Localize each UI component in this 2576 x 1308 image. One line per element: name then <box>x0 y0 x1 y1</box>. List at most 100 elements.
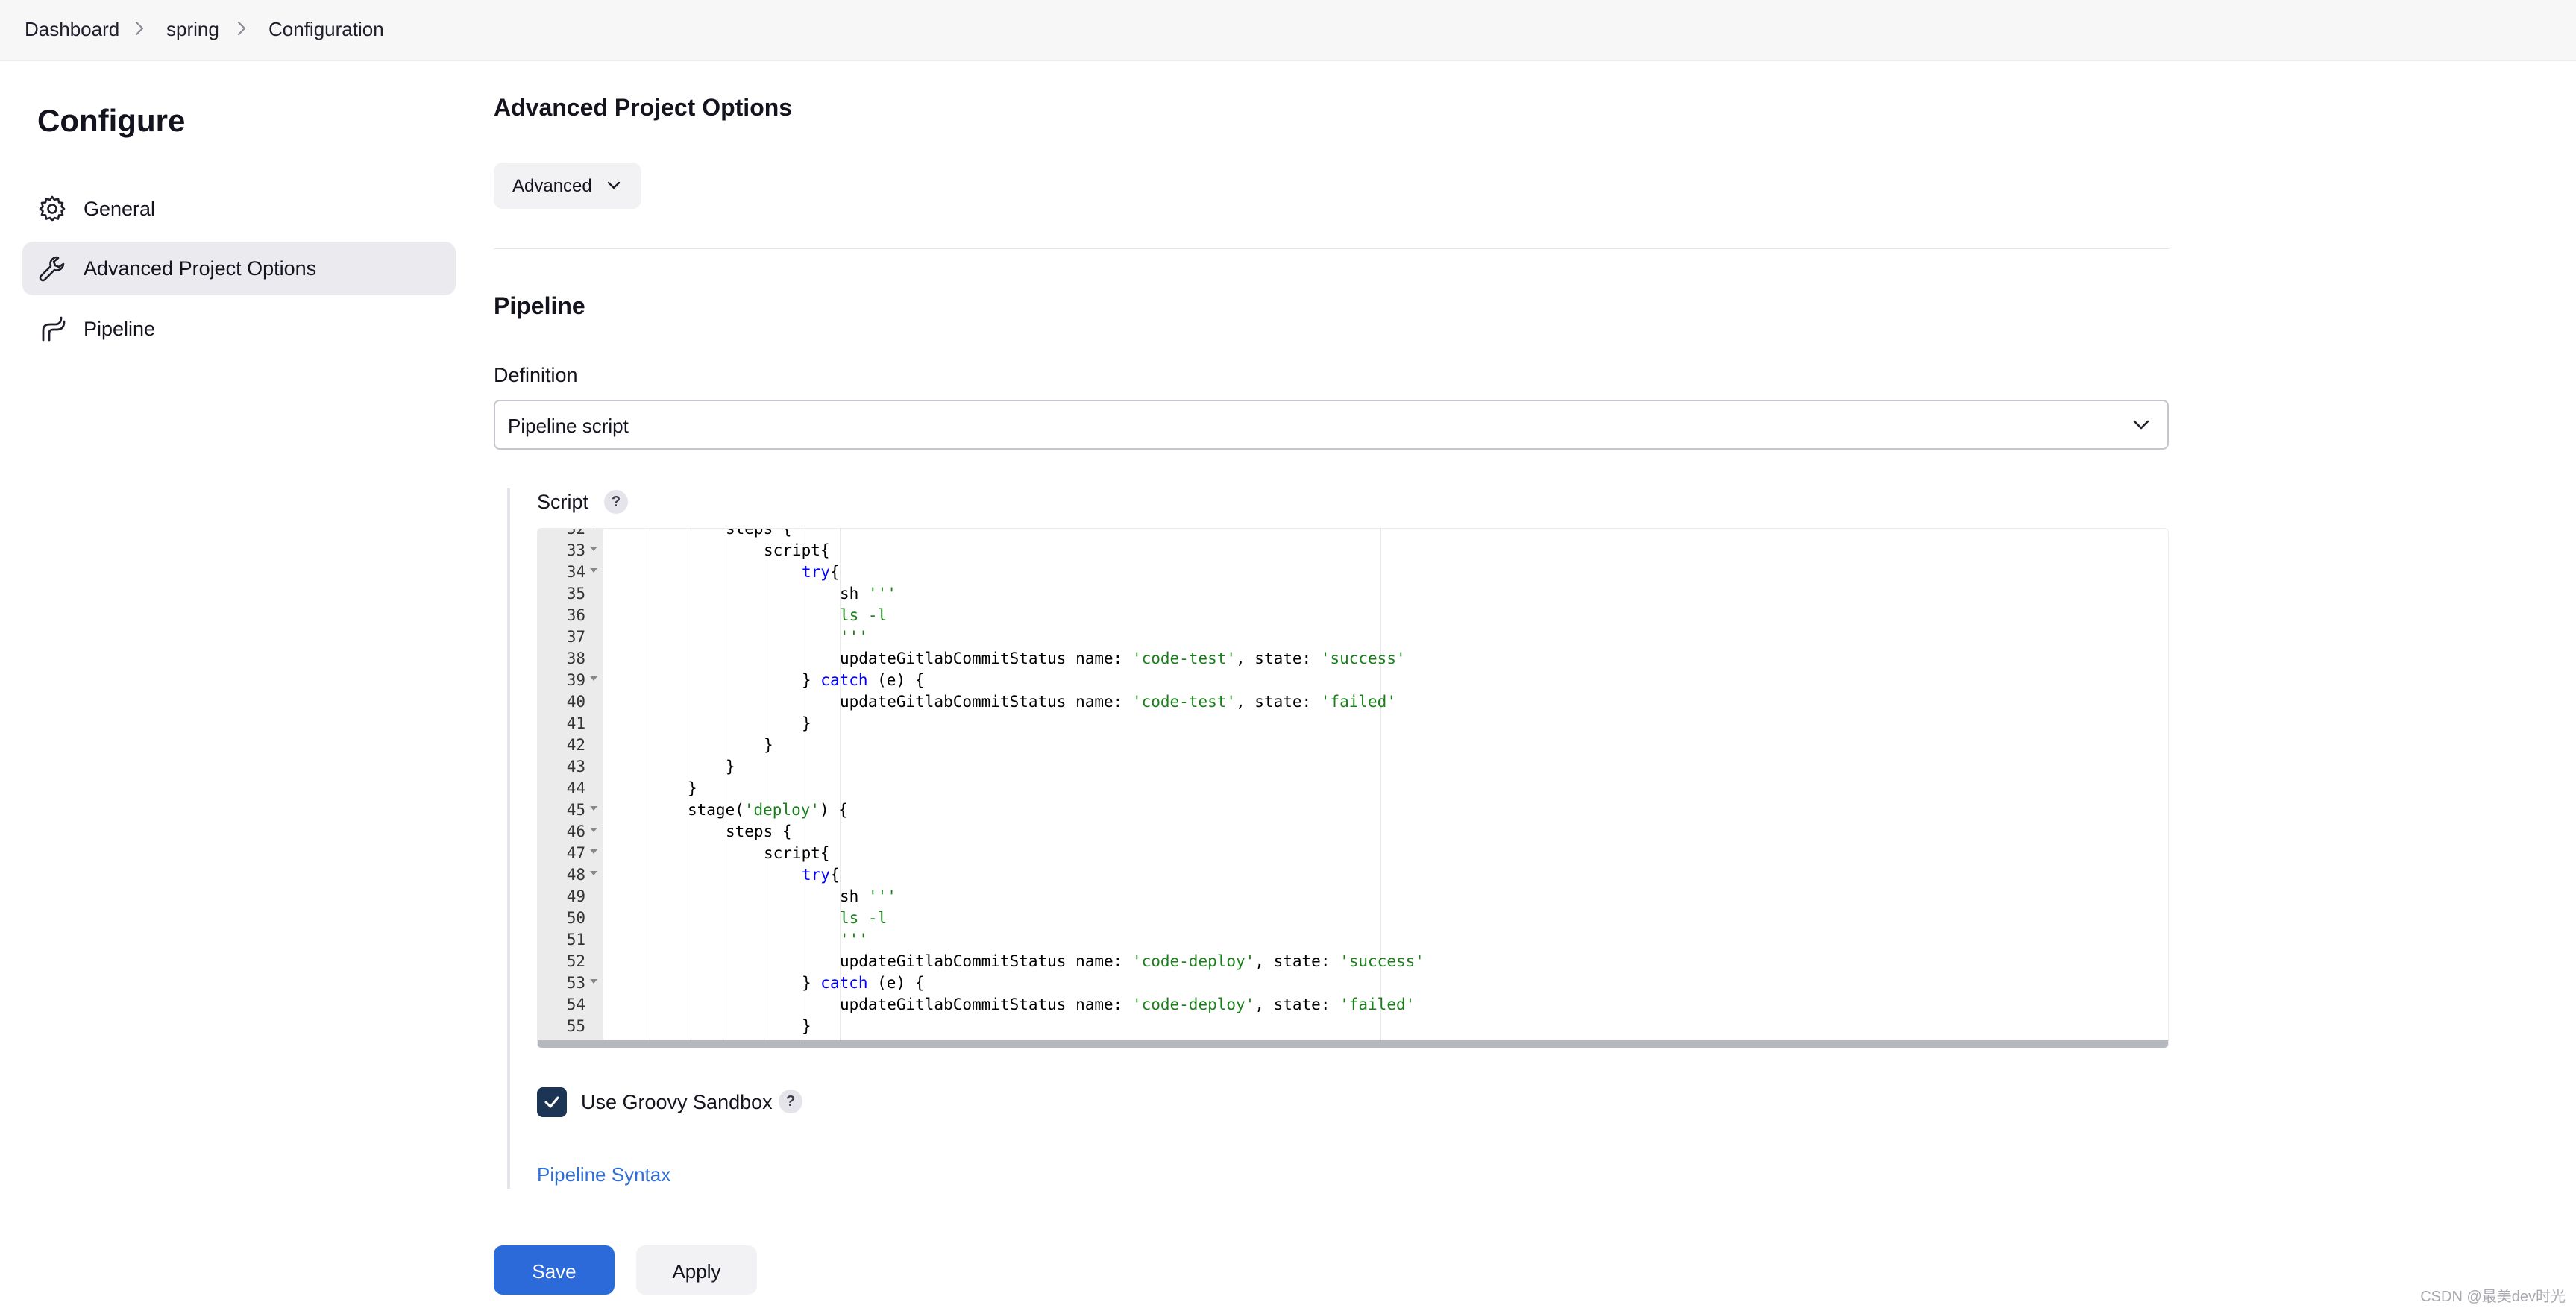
pipeline-heading: Pipeline <box>494 292 585 319</box>
line-number: 50 <box>566 909 585 927</box>
code-text: ''' <box>840 626 868 648</box>
code-text: ''' <box>840 929 868 951</box>
code-text: } <box>802 1016 811 1037</box>
sidebar-item-label: Advanced Project Options <box>84 257 317 280</box>
code-text: } <box>688 778 697 799</box>
sidebar-title: Configure <box>37 103 186 138</box>
save-button-label: Save <box>532 1260 577 1283</box>
pipeline-syntax-link[interactable]: Pipeline Syntax <box>537 1163 670 1186</box>
code-line: 34 try{ <box>538 562 2168 583</box>
sidebar-item-label: Pipeline <box>84 318 156 340</box>
code-line: 52 updateGitlabCommitStatus name: 'code-d… <box>538 951 2168 972</box>
code-line: 38 updateGitlabCommitStatus name: 'code-t… <box>538 648 2168 670</box>
code-line: 45 stage('deploy') { <box>538 799 2168 821</box>
definition-select[interactable]: Pipeline script <box>494 400 2169 450</box>
fold-arrow-icon[interactable] <box>590 871 597 875</box>
code-line: 51 ''' <box>538 929 2168 951</box>
line-number: 52 <box>566 952 585 970</box>
apply-button-label: Apply <box>672 1260 721 1283</box>
apply-button[interactable]: Apply <box>636 1245 757 1295</box>
fold-arrow-icon[interactable] <box>590 676 597 681</box>
breadcrumb-configuration[interactable]: Configuration <box>268 18 384 41</box>
code-token: } <box>802 974 821 992</box>
line-number: 32 <box>566 528 585 538</box>
script-help-icon[interactable]: ? <box>604 490 628 514</box>
script-editor[interactable]: 32 steps {33 script{34 try{35 sh ''' 36 ls -l 3… <box>537 528 2169 1048</box>
breadcrumb-dashboard[interactable]: Dashboard <box>25 18 119 41</box>
line-number: 48 <box>566 866 585 884</box>
code-line: 46 steps { <box>538 821 2168 843</box>
advanced-dropdown-button[interactable]: Advanced <box>494 163 641 209</box>
line-number: 46 <box>566 823 585 840</box>
code-text: script{ <box>764 540 830 562</box>
line-number: 34 <box>566 563 585 581</box>
save-button[interactable]: Save <box>494 1245 615 1295</box>
line-number: 33 <box>566 541 585 559</box>
code-line: 43} <box>538 756 2168 778</box>
code-token: steps { <box>726 528 792 538</box>
code-line: 41} <box>538 713 2168 735</box>
code-line: 35 sh ''' <box>538 583 2168 605</box>
code-string: 'failed' <box>1320 693 1396 711</box>
groovy-sandbox-label[interactable]: Use Groovy Sandbox <box>581 1091 773 1114</box>
code-text: ls -l <box>840 605 887 626</box>
code-text: try{ <box>802 562 840 583</box>
sidebar-item-general[interactable]: General <box>22 182 456 236</box>
code-line: 33 script{ <box>538 540 2168 562</box>
fold-arrow-icon[interactable] <box>590 568 597 573</box>
code-text: } catch (e) { <box>802 670 924 691</box>
definition-label: Definition <box>494 364 578 386</box>
code-keyword: try <box>802 563 830 581</box>
code-keyword: try <box>802 866 830 884</box>
code-token: (e) { <box>867 974 925 992</box>
code-token: } <box>764 736 773 754</box>
chevron-down-icon <box>2132 418 2151 435</box>
line-number: 49 <box>566 887 585 905</box>
code-line: 32 steps { <box>538 528 2168 540</box>
line-number: 41 <box>566 714 585 732</box>
line-number: 47 <box>566 844 585 862</box>
pipeline-icon <box>37 314 67 344</box>
code-string: 'success' <box>1339 952 1424 970</box>
line-number: 35 <box>566 585 585 603</box>
code-keyword: catch <box>820 974 868 992</box>
fold-arrow-icon[interactable] <box>590 528 597 529</box>
code-token: } <box>802 714 811 732</box>
code-string: 'deploy' <box>744 801 820 819</box>
breadcrumb-spring[interactable]: spring <box>166 18 219 41</box>
code-keyword: catch <box>820 671 868 689</box>
code-text: steps { <box>726 528 792 540</box>
code-token: } <box>688 779 697 797</box>
breadcrumb: Dashboard spring Configuration <box>0 0 2576 61</box>
code-token: updateGitlabCommitStatus name: <box>840 952 1132 970</box>
sidebar-item-pipeline[interactable]: Pipeline <box>22 302 456 356</box>
fold-arrow-icon[interactable] <box>590 828 597 832</box>
code-string: 'code-deploy' <box>1131 996 1255 1013</box>
code-token: , state: <box>1236 650 1321 667</box>
code-text: updateGitlabCommitStatus name: 'code-dep… <box>840 994 1415 1016</box>
sandbox-help-icon[interactable]: ? <box>779 1090 802 1113</box>
code-text: } <box>764 735 773 756</box>
code-line: 44} <box>538 778 2168 799</box>
code-line: 39} catch (e) { <box>538 670 2168 691</box>
code-token: steps { <box>726 823 792 840</box>
line-number: 45 <box>566 801 585 819</box>
code-string: 'code-deploy' <box>1131 952 1255 970</box>
code-text: ls -l <box>840 908 887 929</box>
code-token: } <box>802 1017 811 1035</box>
line-number: 44 <box>566 779 585 797</box>
fold-arrow-icon[interactable] <box>590 979 597 984</box>
code-token: script{ <box>764 541 830 559</box>
fold-arrow-icon[interactable] <box>590 547 597 551</box>
groovy-sandbox-checkbox[interactable] <box>537 1087 567 1117</box>
horizontal-scrollbar[interactable] <box>538 1040 2168 1048</box>
fold-arrow-icon[interactable] <box>590 806 597 811</box>
code-line: 49 sh ''' <box>538 886 2168 908</box>
fold-arrow-icon[interactable] <box>590 849 597 854</box>
code-text: sh ''' <box>840 886 896 908</box>
line-number: 43 <box>566 758 585 776</box>
line-number: 53 <box>566 974 585 992</box>
sidebar-item-advanced-project-options[interactable]: Advanced Project Options <box>22 242 456 295</box>
line-number: 37 <box>566 628 585 646</box>
code-string: ls -l <box>840 909 888 927</box>
